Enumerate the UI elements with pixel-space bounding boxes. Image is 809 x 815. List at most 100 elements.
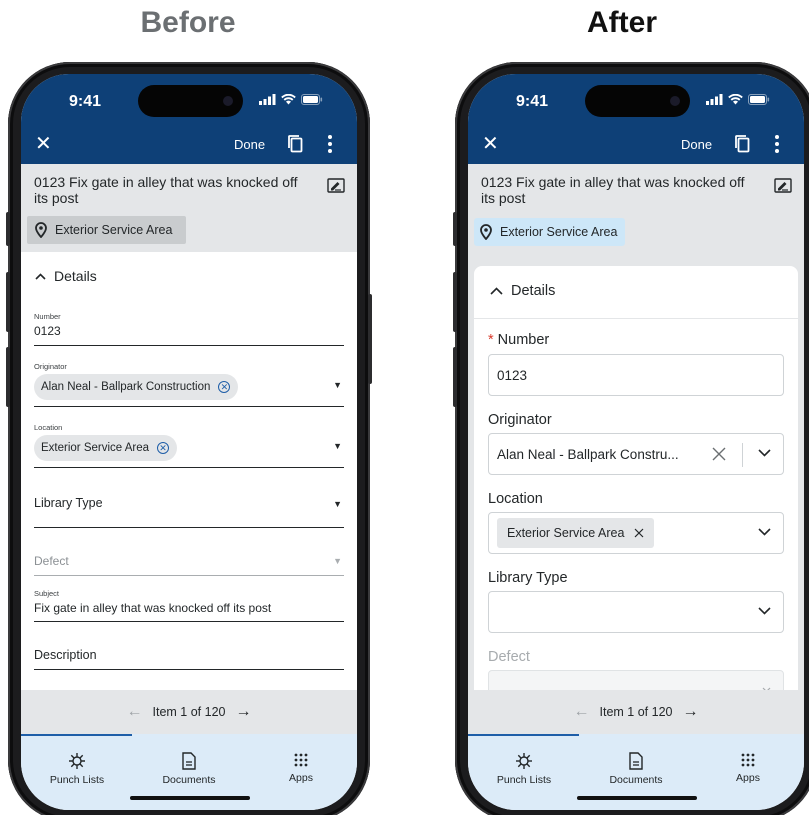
system-icons	[259, 94, 323, 105]
library-type-label: Library Type	[488, 570, 568, 586]
home-indicator	[130, 796, 250, 800]
location-value-chip[interactable]: Exterior Service Area	[497, 518, 655, 548]
tab-apps[interactable]: Apps	[245, 752, 357, 784]
punch-list-icon	[516, 753, 532, 769]
chevron-down-icon[interactable]	[758, 528, 771, 536]
select-divider	[742, 443, 743, 467]
details-form: Details Number 0123 Originator Alan Neal…	[21, 252, 357, 690]
battery-icon	[748, 94, 770, 105]
details-toggle[interactable]: Details	[490, 283, 555, 299]
home-indicator	[577, 796, 697, 800]
clear-circle-icon[interactable]: ✕	[218, 381, 231, 393]
defect-label: Defect	[488, 649, 530, 665]
number-input[interactable]: 0123	[488, 354, 784, 396]
signature-edit-icon[interactable]	[774, 178, 792, 194]
tab-label: Documents	[609, 774, 663, 786]
location-field[interactable]: Location Exterior Service Area ✕ ▼	[34, 423, 344, 468]
originator-field[interactable]: Originator Alan Neal - Ballpark Construc…	[34, 362, 344, 407]
clear-circle-icon[interactable]: ✕	[157, 442, 170, 454]
location-pin-icon	[480, 224, 492, 240]
location-select[interactable]: Exterior Service Area	[488, 512, 784, 554]
copy-icon[interactable]	[287, 134, 305, 154]
originator-select[interactable]: Alan Neal - Ballpark Constru...	[488, 433, 784, 475]
done-button[interactable]: Done	[234, 137, 265, 152]
tab-documents[interactable]: Documents	[133, 752, 245, 786]
chevron-up-icon	[490, 287, 503, 295]
after-heading: After	[586, 6, 657, 39]
chevron-down-icon[interactable]	[758, 607, 771, 615]
more-vertical-icon[interactable]	[327, 134, 333, 154]
chevron-down-icon[interactable]	[758, 449, 771, 457]
top-app-bar: ✕ Done	[468, 126, 804, 164]
done-button[interactable]: Done	[681, 137, 712, 152]
side-button	[453, 212, 457, 246]
before-screen: 9:41 ✕ Done 0123 Fix gate in alley that …	[21, 74, 357, 810]
library-type-field[interactable]: Library Type ▼	[34, 496, 344, 528]
item-header: 0123 Fix gate in alley that was knocked …	[21, 164, 357, 252]
originator-value: Alan Neal - Ballpark Construction	[41, 381, 211, 393]
dropdown-caret-icon[interactable]: ▼	[333, 499, 342, 509]
dropdown-caret-icon[interactable]: ▼	[333, 441, 342, 451]
arrow-right-icon[interactable]: →	[235, 703, 251, 721]
item-title: 0123 Fix gate in alley that was knocked …	[34, 174, 298, 206]
subject-field[interactable]: Subject Fix gate in alley that was knock…	[34, 589, 344, 622]
status-bar: 9:41	[21, 74, 357, 126]
details-label: Details	[511, 283, 556, 299]
location-chip[interactable]: Exterior Service Area	[27, 216, 187, 244]
item-pager: ← Item 1 of 120 →	[21, 690, 357, 734]
apps-grid-icon	[741, 753, 755, 767]
subject-label: Subject	[34, 589, 60, 598]
copy-icon[interactable]	[734, 134, 752, 154]
chevron-up-icon	[35, 272, 46, 280]
dropdown-caret-icon[interactable]: ▼	[333, 380, 342, 390]
battery-icon	[301, 94, 323, 105]
after-phone: 9:41 ✕ Done 0123 Fix gate in alley that …	[453, 62, 809, 815]
close-icon[interactable]: ✕	[482, 134, 499, 154]
tab-documents[interactable]: Documents	[580, 752, 692, 786]
side-button	[6, 347, 10, 407]
remove-x-icon[interactable]	[634, 528, 644, 538]
arrow-left-icon[interactable]: ←	[574, 703, 590, 721]
signal-icon	[259, 94, 276, 105]
signature-edit-icon[interactable]	[327, 178, 345, 194]
dropdown-caret-icon[interactable]: ▼	[333, 556, 342, 566]
card-divider	[474, 318, 798, 319]
number-field[interactable]: Number 0123	[34, 312, 344, 346]
location-value: Exterior Service Area	[41, 442, 150, 454]
apps-grid-icon	[294, 753, 308, 767]
originator-chip[interactable]: Alan Neal - Ballpark Construction ✕	[34, 374, 239, 400]
description-field[interactable]: Description	[34, 648, 344, 670]
more-vertical-icon[interactable]	[774, 134, 780, 154]
tab-punch-lists[interactable]: Punch Lists	[21, 752, 133, 786]
pager-label: Item 1 of 120	[152, 705, 226, 719]
side-button	[453, 347, 457, 407]
location-chip[interactable]: Exterior Service Area	[474, 218, 626, 246]
location-label: Location	[34, 423, 63, 432]
side-button	[6, 212, 10, 246]
library-type-select[interactable]	[488, 591, 784, 633]
item-header: 0123 Fix gate in alley that was knocked …	[468, 164, 804, 252]
location-label: Location	[488, 491, 543, 507]
dynamic-island	[585, 85, 690, 117]
defect-select[interactable]	[488, 670, 784, 690]
wifi-icon	[281, 94, 296, 105]
tab-punch-lists[interactable]: Punch Lists	[468, 752, 580, 786]
before-heading: Before	[140, 6, 236, 39]
originator-label: Originator	[34, 362, 67, 371]
item-pager: ← Item 1 of 120 →	[468, 690, 804, 734]
side-button	[6, 272, 10, 332]
location-value-chip[interactable]: Exterior Service Area ✕	[34, 435, 178, 461]
location-value: Exterior Service Area	[507, 526, 625, 540]
arrow-right-icon[interactable]: →	[682, 703, 698, 721]
clear-x-icon[interactable]	[711, 446, 727, 462]
before-phone: 9:41 ✕ Done 0123 Fix gate in alley that …	[6, 62, 372, 815]
originator-value: Alan Neal - Ballpark Constru...	[497, 446, 679, 462]
status-bar: 9:41	[468, 74, 804, 126]
close-icon[interactable]: ✕	[35, 134, 52, 154]
defect-field[interactable]: Defect ▼	[34, 554, 344, 576]
details-toggle[interactable]: Details	[35, 268, 97, 284]
tab-apps[interactable]: Apps	[692, 752, 804, 784]
required-mark: *	[488, 332, 494, 348]
details-card: Details * Number 0123 Originator Alan Nea…	[474, 266, 798, 690]
arrow-left-icon[interactable]: ←	[127, 703, 143, 721]
